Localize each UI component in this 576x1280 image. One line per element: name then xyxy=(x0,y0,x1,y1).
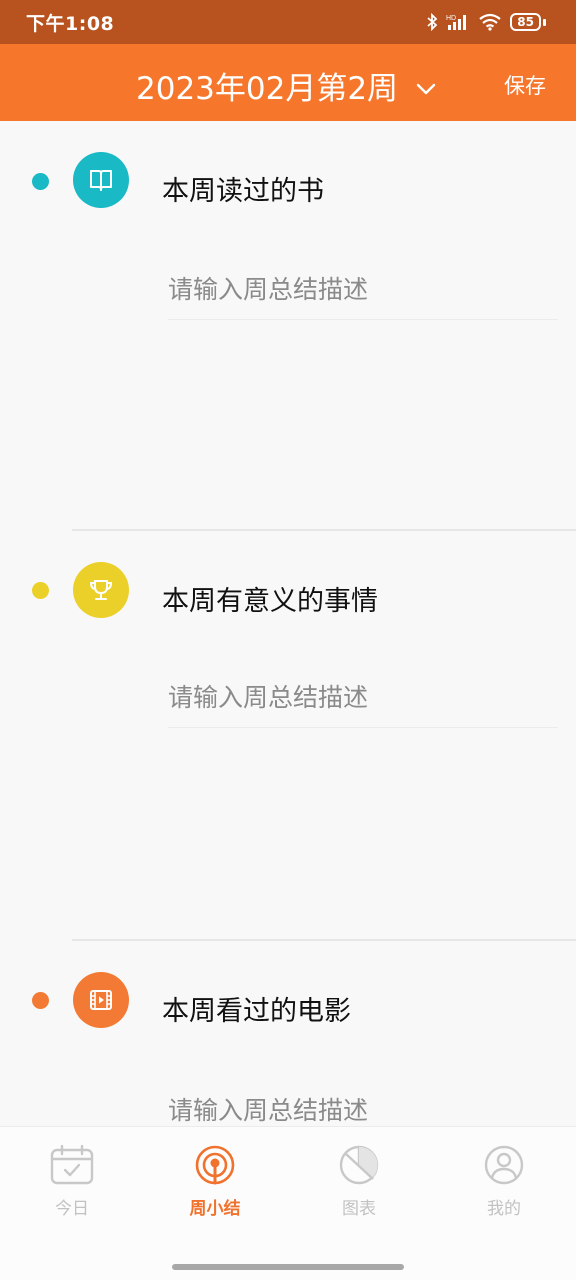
timeline-dot xyxy=(32,173,49,190)
status-bar: 下午1:08 HD 85 xyxy=(0,0,576,44)
summary-input-movies[interactable] xyxy=(168,1081,558,1126)
chevron-down-icon xyxy=(416,68,436,104)
nav-label-charts: 图表 xyxy=(342,1199,376,1219)
section-title: 本周看过的电影 xyxy=(162,996,351,1027)
battery-level: 85 xyxy=(510,13,541,31)
section-title: 本周读过的书 xyxy=(162,176,324,207)
section-title: 本周有意义的事情 xyxy=(162,586,378,617)
save-button[interactable]: 保存 xyxy=(504,70,546,100)
section-divider xyxy=(72,939,576,941)
wifi-icon xyxy=(478,13,502,31)
summary-input-events[interactable] xyxy=(168,668,558,728)
film-icon xyxy=(73,972,129,1028)
calendar-check-icon xyxy=(49,1144,95,1190)
week-title: 2023年02月第2周 xyxy=(136,71,399,107)
timeline-dot xyxy=(32,582,49,599)
timeline-dot xyxy=(32,992,49,1009)
nav-item-mine[interactable]: 我的 xyxy=(449,1145,559,1219)
broadcast-icon xyxy=(192,1145,238,1190)
battery-icon: 85 xyxy=(510,13,546,31)
status-time: 下午1:08 xyxy=(26,12,115,35)
bottom-nav: 今日 周小结 图表 我的 xyxy=(0,1126,576,1280)
status-icons: HD 85 xyxy=(426,13,546,31)
summary-input-books[interactable] xyxy=(168,260,558,320)
nav-label-today: 今日 xyxy=(55,1199,89,1219)
nav-item-today[interactable]: 今日 xyxy=(17,1144,127,1219)
home-indicator[interactable] xyxy=(172,1264,404,1270)
nav-item-weekly-summary[interactable]: 周小结 xyxy=(160,1145,270,1219)
book-icon xyxy=(73,152,129,208)
user-icon xyxy=(481,1145,527,1190)
bluetooth-icon xyxy=(426,13,438,31)
nav-item-charts[interactable]: 图表 xyxy=(304,1145,414,1219)
nav-label-weekly-summary: 周小结 xyxy=(189,1199,241,1219)
pie-chart-icon xyxy=(336,1145,382,1190)
app-header: 2023年02月第2周 保存 xyxy=(0,44,576,121)
trophy-icon xyxy=(73,562,129,618)
svg-text:HD: HD xyxy=(446,15,456,22)
hd-signal-icon: HD xyxy=(446,13,470,31)
summary-content[interactable]: 本周读过的书 本周有意义的事情 本周看过的电影 xyxy=(0,121,576,1126)
section-divider xyxy=(72,529,576,531)
nav-label-mine: 我的 xyxy=(487,1199,521,1219)
week-selector[interactable]: 2023年02月第2周 xyxy=(136,63,436,108)
